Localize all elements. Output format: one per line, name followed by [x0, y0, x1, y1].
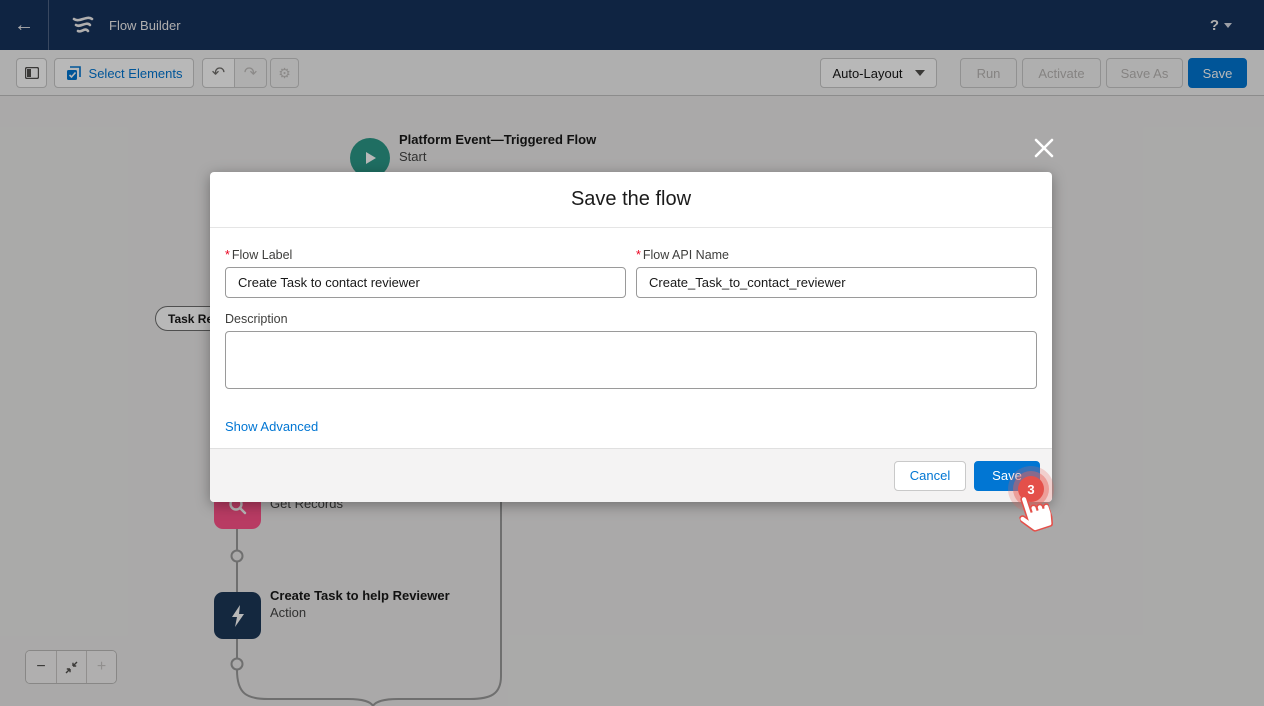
description-label: Description	[225, 312, 1037, 326]
save-flow-modal: Save the flow *Flow Label *Flow API Name…	[210, 172, 1052, 502]
flow-label-label: *Flow Label	[225, 248, 626, 262]
flow-builder-app: ← Flow Builder ?	[0, 0, 1264, 706]
modal-save-label: Save	[992, 468, 1022, 483]
required-asterisk: *	[636, 248, 641, 262]
flow-label-input[interactable]	[225, 267, 626, 298]
modal-close-button[interactable]	[1030, 134, 1058, 162]
cancel-button[interactable]: Cancel	[894, 461, 966, 491]
close-icon	[1033, 137, 1055, 159]
flow-api-name-input[interactable]	[636, 267, 1037, 298]
modal-title: Save the flow	[571, 188, 691, 211]
description-textarea[interactable]	[225, 331, 1037, 389]
required-asterisk: *	[225, 248, 230, 262]
cancel-label: Cancel	[910, 468, 950, 483]
modal-header: Save the flow	[210, 172, 1052, 228]
show-advanced-link[interactable]: Show Advanced	[225, 419, 318, 434]
modal-footer: Cancel Save	[210, 448, 1052, 502]
modal-body: *Flow Label *Flow API Name Description S…	[210, 228, 1052, 448]
flow-api-name-label: *Flow API Name	[636, 248, 1037, 262]
